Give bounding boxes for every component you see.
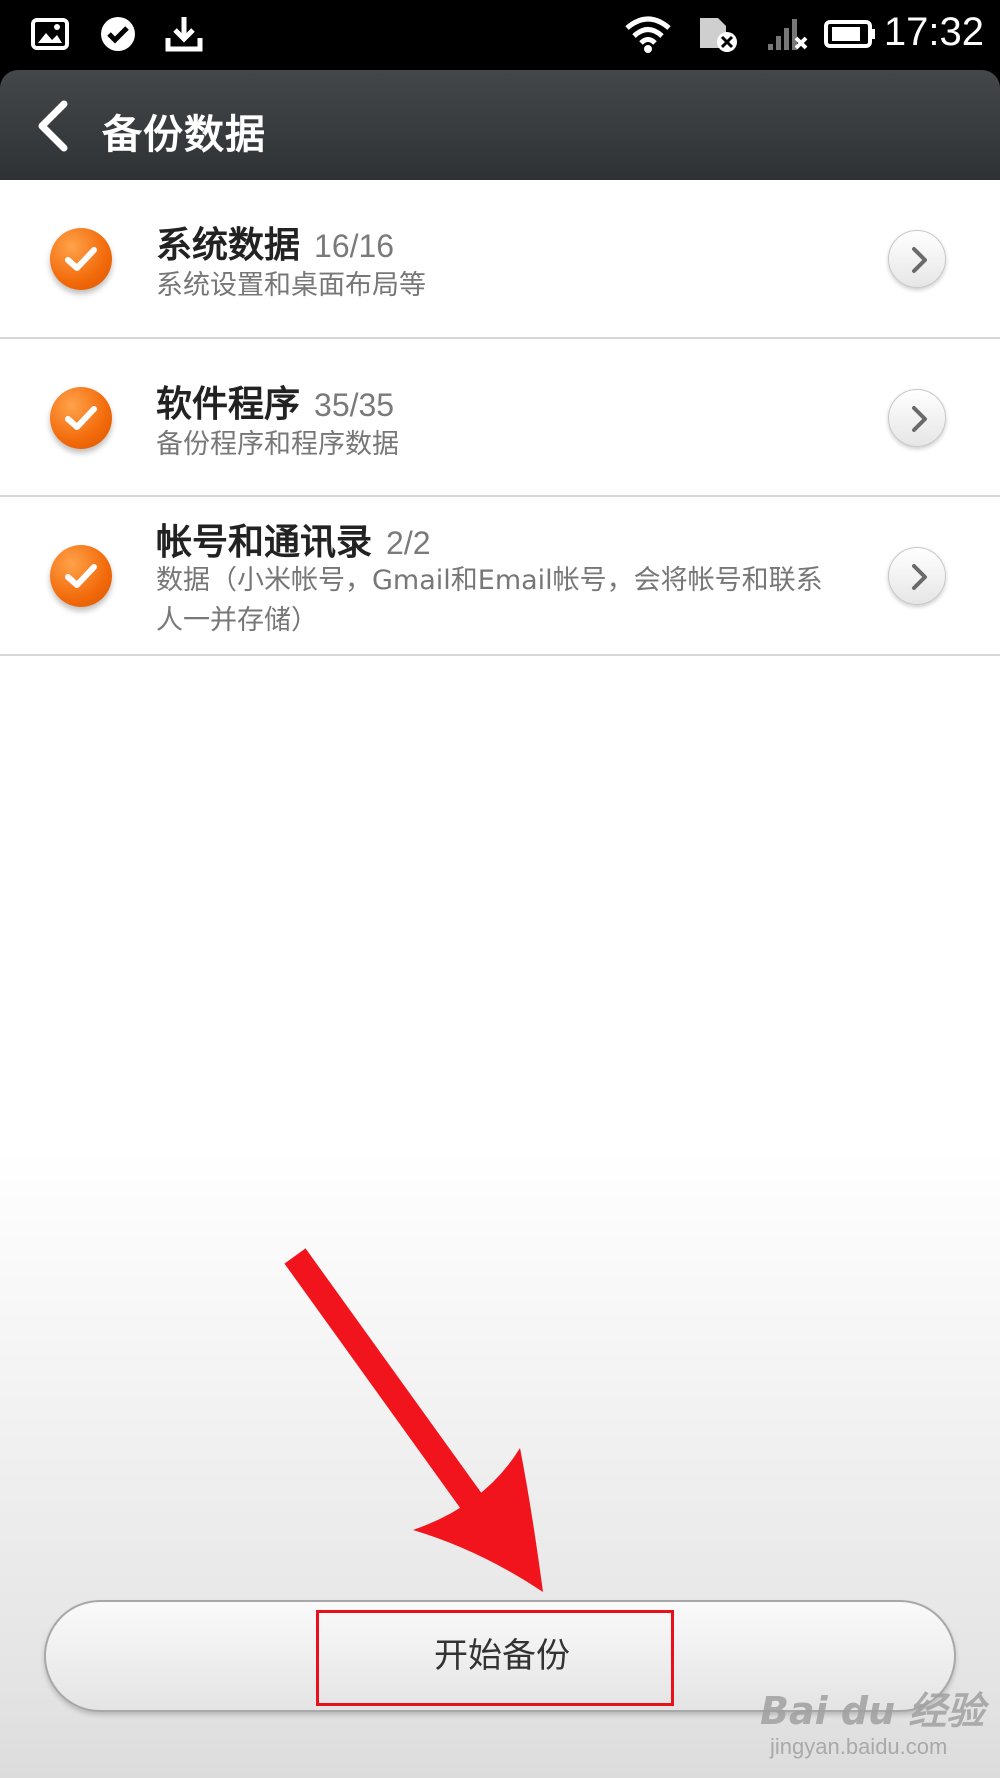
signal-off-icon (766, 14, 810, 54)
item-title: 软件程序 35/35 (156, 384, 395, 425)
list-item-apps[interactable]: 软件程序 35/35 备份程序和程序数据 (0, 339, 1000, 497)
check-circle-icon (98, 14, 138, 54)
checked-circle-icon[interactable] (50, 387, 112, 449)
back-chevron-icon[interactable] (30, 96, 80, 156)
checked-circle-icon[interactable] (50, 545, 112, 607)
backup-item-list: 系统数据 16/16 系统设置和桌面布局等 软件程序 35/35 备份程序和程序数据… (0, 180, 1000, 656)
chevron-right-icon[interactable] (888, 230, 946, 288)
item-count: 16/16 (314, 228, 395, 264)
checked-circle-icon[interactable] (50, 228, 112, 290)
list-item-accounts-contacts[interactable]: 帐号和通讯录 2/2 数据（小米帐号，Gmail和Email帐号，会将帐号和联系人… (0, 497, 1000, 656)
list-item-system-data[interactable]: 系统数据 16/16 系统设置和桌面布局等 (0, 180, 1000, 339)
gallery-icon (30, 14, 70, 54)
page-title: 备份数据 (102, 112, 266, 158)
download-icon (164, 14, 204, 54)
watermark-url: jingyan.baidu.com (770, 1734, 948, 1759)
action-bar: 备份数据 (0, 70, 1000, 180)
item-count: 35/35 (314, 387, 395, 423)
item-subtitle: 备份程序和程序数据 (156, 429, 399, 460)
item-subtitle: 系统设置和桌面布局等 (156, 270, 426, 301)
watermark-logo: Bai du 经验 (760, 1689, 985, 1733)
chevron-right-icon[interactable] (888, 547, 946, 605)
status-time: 17:32 (883, 10, 984, 54)
baidu-jingyan-watermark: Bai du 经验 jingyan.baidu.com (760, 1680, 990, 1770)
item-title: 帐号和通讯录 2/2 (156, 522, 431, 563)
sim-off-icon (694, 14, 740, 54)
item-count: 2/2 (386, 525, 431, 561)
annotation-highlight-box (316, 1610, 674, 1706)
battery-icon (824, 14, 876, 54)
item-subtitle: 数据（小米帐号，Gmail和Email帐号，会将帐号和联系人一并存储） (156, 565, 823, 636)
chevron-right-icon[interactable] (888, 389, 946, 447)
item-title: 系统数据 16/16 (156, 225, 395, 266)
wifi-icon (624, 14, 672, 54)
